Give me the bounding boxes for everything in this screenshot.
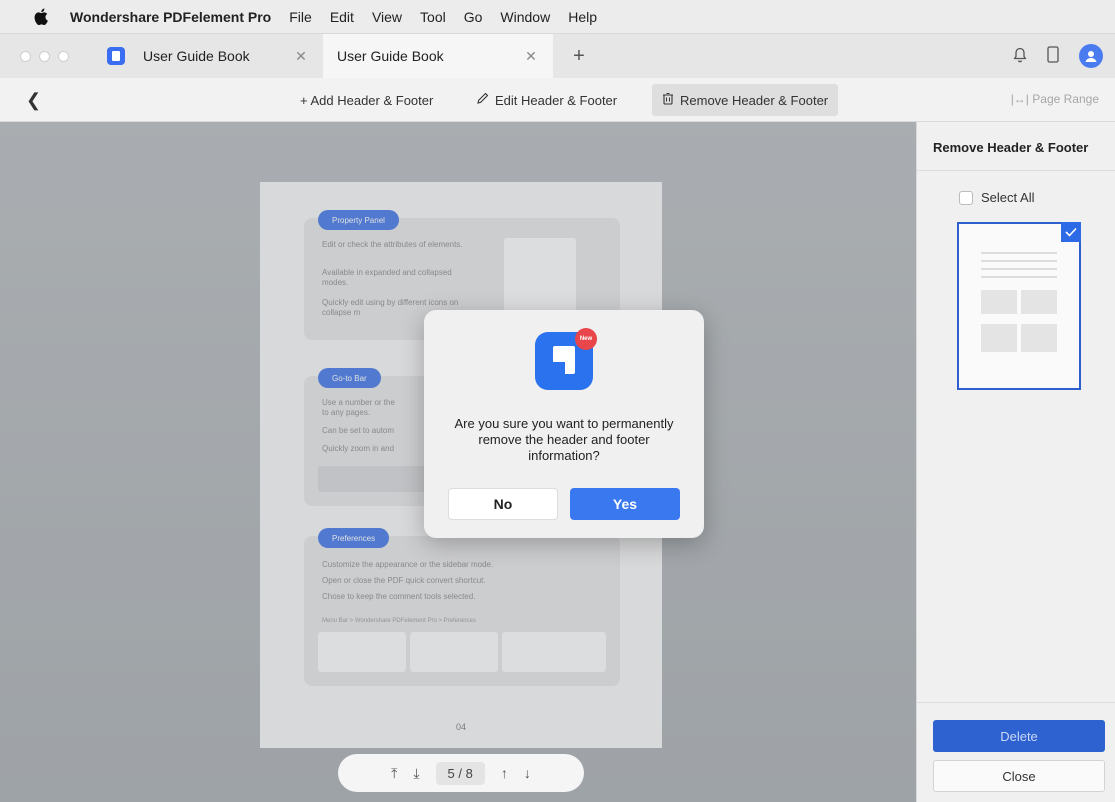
thumb-block — [1021, 324, 1057, 352]
tab-user-guide-book-1[interactable]: User Guide Book ✕ — [93, 34, 323, 78]
close-window-button[interactable] — [20, 50, 31, 62]
pdfelement-app-icon — [107, 47, 125, 65]
menu-tool[interactable]: Tool — [420, 9, 446, 25]
header-footer-toolbar: ❮ + Add Header & Footer Edit Header & Fo… — [0, 78, 1115, 122]
add-header-footer-button[interactable]: + Add Header & Footer — [290, 84, 443, 116]
remove-header-footer-button[interactable]: Remove Header & Footer — [652, 84, 839, 116]
panel-title: Remove Header & Footer — [933, 140, 1089, 155]
close-button[interactable]: Close — [933, 760, 1105, 792]
menu-edit[interactable]: Edit — [330, 9, 354, 25]
apple-icon[interactable] — [34, 8, 50, 26]
trash-icon — [662, 92, 674, 108]
close-tab-icon[interactable]: ✕ — [523, 48, 539, 65]
menu-bar: Wondershare PDFelement Pro File Edit Vie… — [0, 0, 1115, 34]
window-controls — [20, 50, 69, 62]
menu-window[interactable]: Window — [500, 9, 550, 25]
delete-button[interactable]: Delete — [933, 720, 1105, 752]
menu-file[interactable]: File — [289, 9, 312, 25]
pdfelement-logo-icon: New — [535, 328, 597, 390]
checkmark-icon[interactable] — [1061, 222, 1081, 242]
divider — [917, 702, 1115, 703]
divider — [917, 170, 1115, 171]
tab-bar: User Guide Book ✕ User Guide Book ✕ + — [0, 34, 1115, 78]
zoom-window-button[interactable] — [58, 50, 69, 62]
first-page-icon[interactable]: ⤒ — [391, 765, 397, 782]
thumb-block — [981, 324, 1017, 352]
tab-label: User Guide Book — [143, 48, 250, 64]
checkbox-icon[interactable] — [959, 190, 973, 205]
thumb-line — [981, 260, 1057, 262]
next-page-icon[interactable]: ↓ — [524, 765, 531, 781]
page-range-label: Page Range — [1032, 92, 1099, 106]
current-page: 5 — [447, 765, 455, 781]
tabbar-actions — [1013, 34, 1103, 78]
thumb-line — [981, 268, 1057, 270]
user-avatar-icon[interactable] — [1079, 44, 1103, 68]
last-page-icon[interactable]: ⤓ — [413, 765, 419, 782]
page-navigation-bar: ⤒ ⤓ 5 / 8 ↑ ↓ — [338, 754, 584, 792]
page-range-icon: |↔| — [1010, 92, 1029, 106]
thumb-line — [981, 252, 1057, 254]
remove-header-footer-label: Remove Header & Footer — [680, 92, 829, 108]
edit-header-footer-button[interactable]: Edit Header & Footer — [466, 84, 627, 116]
select-all-checkbox[interactable]: Select All — [959, 190, 1034, 205]
bell-icon[interactable] — [1013, 47, 1027, 66]
close-tab-icon[interactable]: ✕ — [293, 48, 309, 65]
remove-header-footer-panel: Remove Header & Footer Select All Delete… — [916, 122, 1115, 802]
menu-go[interactable]: Go — [464, 9, 483, 25]
menu-help[interactable]: Help — [568, 9, 597, 25]
page-input[interactable]: 5 / 8 — [435, 761, 485, 785]
device-icon[interactable] — [1047, 46, 1059, 66]
confirm-remove-dialog: New Are you sure you want to permanently… — [424, 310, 704, 538]
tab-user-guide-book-2[interactable]: User Guide Book ✕ — [323, 34, 553, 78]
menu-view[interactable]: View — [372, 9, 402, 25]
app-name-menu[interactable]: Wondershare PDFelement Pro — [70, 9, 271, 25]
tab-label: User Guide Book — [337, 48, 444, 64]
thumb-block — [981, 290, 1017, 314]
previous-page-icon[interactable]: ↑ — [501, 765, 508, 781]
back-chevron-icon[interactable]: ❮ — [26, 90, 41, 111]
no-button[interactable]: No — [448, 488, 558, 520]
minimize-window-button[interactable] — [39, 50, 50, 62]
yes-button[interactable]: Yes — [570, 488, 680, 520]
new-badge: New — [575, 328, 597, 350]
page-separator: / — [458, 765, 463, 781]
total-pages: 8 — [465, 765, 473, 781]
pencil-icon — [476, 92, 489, 108]
edit-header-footer-label: Edit Header & Footer — [495, 92, 618, 108]
document-glyph — [553, 346, 575, 374]
dialog-message: Are you sure you want to permanently rem… — [454, 416, 674, 463]
page-thumbnail[interactable] — [957, 222, 1081, 390]
page-range-button[interactable]: |↔| Page Range — [1011, 92, 1099, 106]
thumb-line — [981, 276, 1057, 278]
add-header-footer-label: + Add Header & Footer — [300, 92, 434, 108]
select-all-label: Select All — [981, 190, 1035, 205]
thumb-block — [1021, 290, 1057, 314]
new-tab-icon[interactable]: + — [569, 45, 589, 68]
